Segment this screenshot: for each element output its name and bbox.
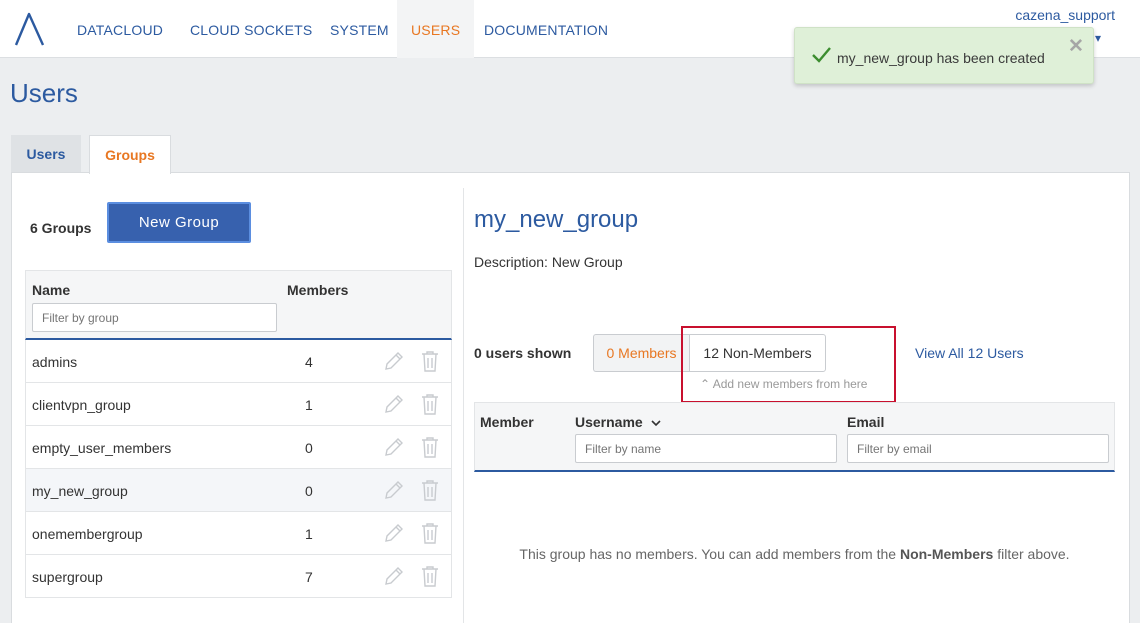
column-header-name: Name xyxy=(32,282,71,298)
trash-icon[interactable] xyxy=(421,565,439,587)
empty-bold: Non-Members xyxy=(899,546,994,562)
group-member-count: 7 xyxy=(305,569,313,585)
user-menu[interactable]: cazena_support xyxy=(1015,7,1115,23)
description-value: New Group xyxy=(551,254,623,270)
group-member-count: 0 xyxy=(305,440,313,456)
table-row[interactable]: onemembergroup 1 xyxy=(25,512,452,555)
tab-groups[interactable]: Groups xyxy=(89,135,171,174)
group-name: admins xyxy=(32,354,78,370)
column-header-email: Email xyxy=(847,414,885,430)
nav-system[interactable]: SYSTEM xyxy=(330,0,389,58)
trash-icon[interactable] xyxy=(421,350,439,372)
nav-datacloud[interactable]: DATACLOUD xyxy=(77,0,163,58)
nav-cloud-sockets[interactable]: CLOUD SOCKETS xyxy=(190,0,312,58)
group-member-count: 1 xyxy=(305,397,313,413)
name-filter-input[interactable] xyxy=(575,434,837,463)
group-member-count: 4 xyxy=(305,354,313,370)
group-name: empty_user_members xyxy=(32,440,172,456)
new-group-button[interactable]: New Group xyxy=(107,202,251,243)
pencil-icon[interactable] xyxy=(383,565,405,587)
check-icon xyxy=(812,47,831,63)
empty-members-message: This group has no members. You can add m… xyxy=(474,546,1115,562)
table-row[interactable]: supergroup 7 xyxy=(25,555,452,598)
chevron-down-icon[interactable]: ▾ xyxy=(1095,31,1101,45)
group-member-count: 0 xyxy=(305,483,313,499)
nav-users[interactable]: USERS xyxy=(397,0,475,58)
hint-text: Add new members from here xyxy=(712,377,868,391)
group-member-count: 1 xyxy=(305,526,313,542)
add-members-hint: ⌃ Add new members from here xyxy=(700,377,867,391)
groups-table: Name Members admins 4 clientvpn_group 1 … xyxy=(25,270,452,598)
success-toast: my_new_group has been created ✕ xyxy=(794,27,1094,84)
group-description: Description: New Group xyxy=(474,254,623,270)
view-all-users-link[interactable]: View All 12 Users xyxy=(915,345,1024,361)
column-header-username[interactable]: Username xyxy=(575,414,661,430)
table-row[interactable]: clientvpn_group 1 xyxy=(25,383,452,426)
users-shown-count: 0 users shown xyxy=(474,345,572,361)
tab-users[interactable]: Users xyxy=(11,135,81,173)
group-name: onemembergroup xyxy=(32,526,143,542)
groups-table-header: Name Members xyxy=(25,270,452,340)
table-row[interactable]: my_new_group 0 xyxy=(25,469,452,512)
trash-icon[interactable] xyxy=(421,393,439,415)
table-row[interactable]: admins 4 xyxy=(25,340,452,383)
members-table-header: Member Username Email xyxy=(474,402,1115,472)
chevron-down-icon[interactable] xyxy=(651,419,661,427)
groups-count: 6 Groups xyxy=(30,220,92,236)
trash-icon[interactable] xyxy=(421,522,439,544)
nav-documentation[interactable]: DOCUMENTATION xyxy=(484,0,608,58)
group-name: my_new_group xyxy=(32,483,128,499)
group-name: supergroup xyxy=(32,569,103,585)
group-name: clientvpn_group xyxy=(32,397,131,413)
logo-icon[interactable] xyxy=(14,12,46,46)
page-title: Users xyxy=(10,78,78,108)
empty-suffix: filter above. xyxy=(997,546,1070,562)
column-header-members: Members xyxy=(287,282,349,298)
group-filter-input[interactable] xyxy=(32,303,277,332)
table-row[interactable]: empty_user_members 0 xyxy=(25,426,452,469)
group-detail-title: my_new_group xyxy=(474,206,639,233)
description-label: Description: xyxy=(474,254,548,270)
pencil-icon[interactable] xyxy=(383,479,405,501)
panel-divider xyxy=(463,188,464,623)
empty-prefix: This group has no members. You can add m… xyxy=(519,546,897,562)
pencil-icon[interactable] xyxy=(383,350,405,372)
column-header-member: Member xyxy=(480,414,534,430)
username-header-label: Username xyxy=(575,414,643,430)
pencil-icon[interactable] xyxy=(383,436,405,458)
close-icon[interactable]: ✕ xyxy=(1068,35,1084,58)
chevron-up-icon: ⌃ xyxy=(700,377,711,391)
members-toggle[interactable]: 0 Members xyxy=(593,334,689,372)
highlight-annotation xyxy=(681,326,896,403)
trash-icon[interactable] xyxy=(421,479,439,501)
pencil-icon[interactable] xyxy=(383,393,405,415)
pencil-icon[interactable] xyxy=(383,522,405,544)
email-filter-input[interactable] xyxy=(847,434,1109,463)
trash-icon[interactable] xyxy=(421,436,439,458)
toast-message: my_new_group has been created xyxy=(837,50,1045,66)
